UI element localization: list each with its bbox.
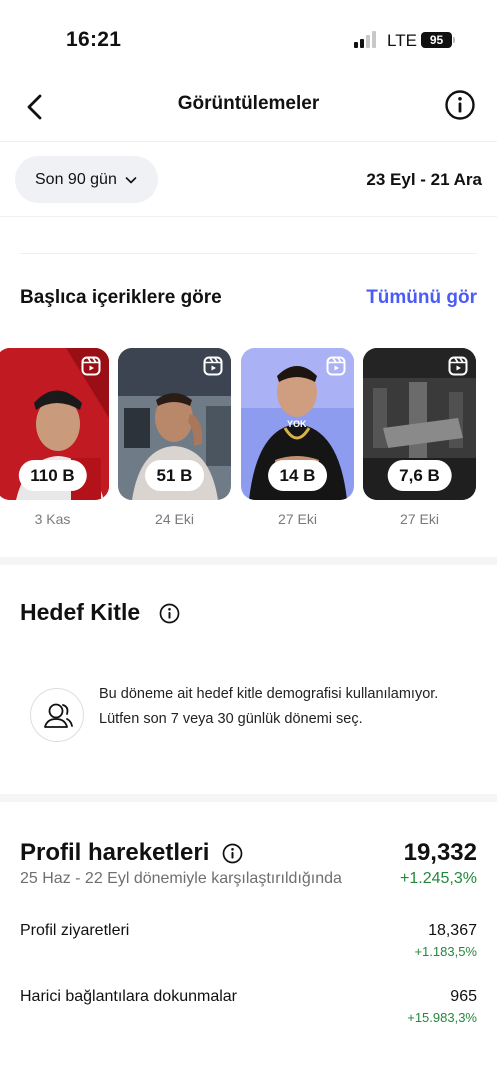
shirt-logo: YOK [287,419,307,429]
content-thumbnail[interactable]: YOK 14 B [241,348,354,500]
network-label: LTE [387,31,417,50]
thumbnail-date: 27 Eki [400,511,439,527]
people-icon-container [30,688,84,742]
reels-icon [326,356,346,376]
section-separator [0,557,497,565]
content-thumbnail[interactable]: 110 B [0,348,109,500]
content-thumbnail[interactable]: 51 B [118,348,231,500]
info-icon [445,90,475,120]
total-change: +1.245,3% [400,870,477,887]
info-icon[interactable] [222,843,243,864]
audience-title: Hedef Kitle [20,599,141,625]
see-all-link[interactable]: Tümünü gör [366,287,477,309]
profile-activity-total: 19,332 [403,839,477,866]
views-badge: 7,6 B [387,460,452,491]
filter-row: Son 90 gün 23 Eyl - 21 Ara [0,143,497,217]
views-badge: 110 B [18,460,87,491]
range-label: Son 90 gün [35,170,117,188]
chevron-down-icon [125,176,137,183]
header: Görüntülemeler [0,80,497,142]
battery-icon: 95 [421,32,452,48]
comparison-text: 25 Haz - 22 Eyl dönemiyle karşılaştırıld… [20,870,342,887]
people-icon [44,703,73,728]
divider [20,253,477,254]
profile-activity-title: Profil hareketleri [20,839,210,866]
metric-value-external-link-taps: 965 [450,988,477,1005]
date-range-text: 23 Eyl - 21 Ara [366,170,482,189]
metric-change-profile-visits: +1.183,5% [414,944,477,959]
views-badge: 14 B [267,460,328,491]
views-badge: 51 B [144,460,205,491]
info-button[interactable] [444,89,476,121]
section-separator [0,794,497,802]
top-content-title: Başlıca içeriklere göre [20,287,222,308]
top-content-carousel[interactable]: 110 B 3 Kas 51 B 24 Eki YOK 14 B 27 Eki … [0,348,497,538]
date-range-dropdown[interactable]: Son 90 gün [15,156,158,203]
audience-message: Bu döneme ait hedef kitle demografisi ku… [99,686,439,727]
thumbnail-date: 27 Eki [278,511,317,527]
battery-tip [453,37,455,43]
status-bar: 16:21 LTE 95 [0,0,497,80]
reels-icon [81,356,101,376]
thumbnail-date: 3 Kas [34,511,71,527]
thumbnail-date: 24 Eki [155,511,194,527]
content-thumbnail[interactable]: 7,6 B [363,348,476,500]
page-title: Görüntülemeler [177,93,320,114]
metric-change-external-link-taps: +15.983,3% [407,1010,477,1025]
metric-label-profile-visits: Profil ziyaretleri [20,922,130,939]
info-icon[interactable] [159,603,180,624]
metric-label-external-link-taps: Harici bağlantılara dokunmalar [20,988,237,1005]
metric-value-profile-visits: 18,367 [428,922,477,939]
signal-icon [354,31,380,48]
status-time: 16:21 [66,28,122,51]
reels-icon [448,356,468,376]
reels-icon [203,356,223,376]
insights-page: 16:21 LTE 95 Görüntülemeler Son 90 gün 2… [0,0,497,1080]
